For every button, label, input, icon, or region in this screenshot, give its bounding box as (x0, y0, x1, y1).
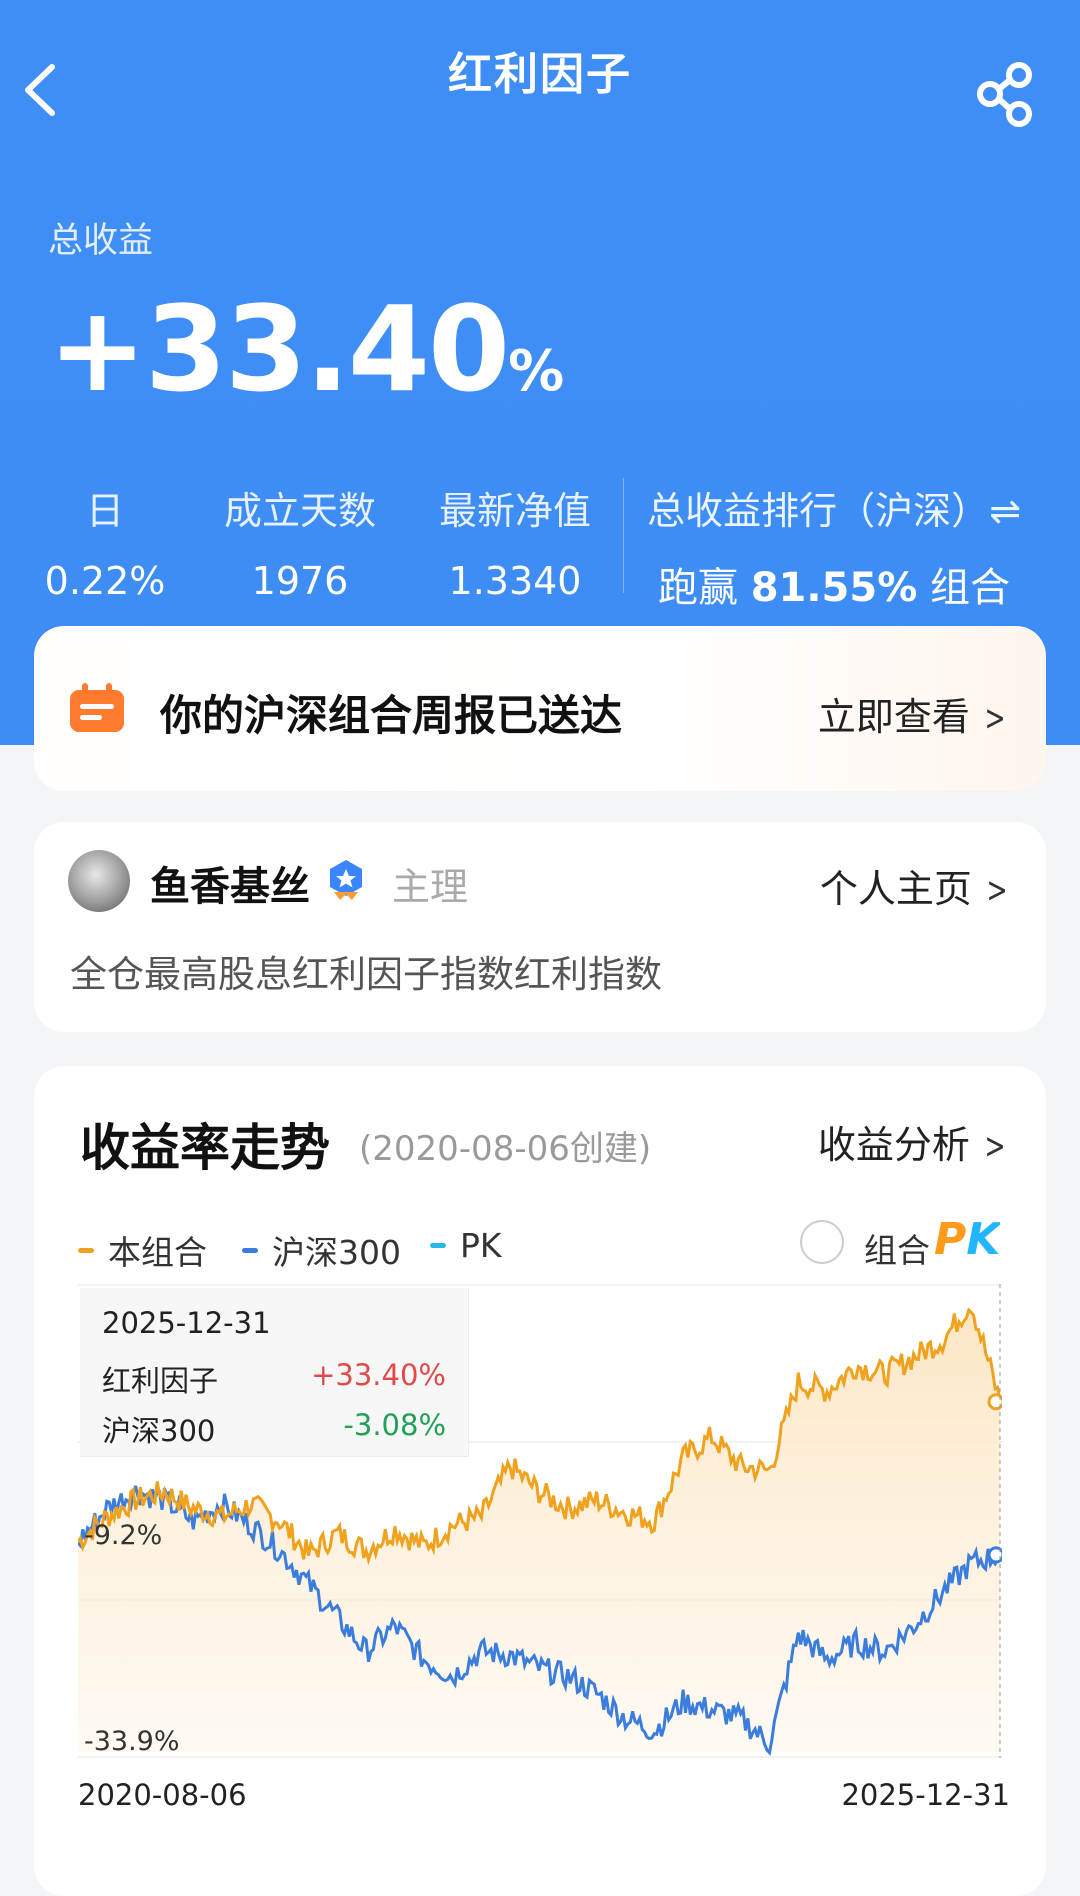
tooltip-row-portfolio-value: +33.40% (311, 1358, 446, 1392)
trend-created-date: (2020-08-06创建) (359, 1129, 652, 1169)
chevron-right-icon: > (984, 1126, 1006, 1167)
rank-suffix: 组合 (930, 565, 1011, 611)
return-trend-card: 收益率走势 (2020-08-06创建) 收益分析 > 本组合 沪深300 PK … (34, 1066, 1046, 1896)
trend-title: 收益率走势 (80, 1119, 330, 1177)
portfolio-description: 全仓最高股息红利因子指数红利指数 (70, 953, 662, 996)
tooltip-row-portfolio-name: 红利因子 (102, 1364, 219, 1398)
chart-tooltip: 2025-12-31 红利因子 +33.40% 沪深300 -3.08% (80, 1288, 469, 1457)
tooltip-row-hs300-name: 沪深300 (102, 1414, 216, 1448)
stat-nav-label: 最新净值 (438, 489, 591, 533)
share-icon[interactable] (975, 58, 1039, 128)
x-axis-end-label: 2025-12-31 (841, 1778, 1010, 1812)
stat-days-label: 成立天数 (223, 489, 376, 533)
rank-value: 跑赢 81.55% 组合 (634, 555, 1034, 613)
tooltip-date: 2025-12-31 (102, 1306, 271, 1340)
legend-hs300-swatch (242, 1247, 258, 1253)
total-return-number: +33.40 (48, 280, 510, 418)
view-now-label: 立即查看 (817, 695, 970, 739)
rank-prefix: 跑赢 (657, 565, 738, 611)
pk-toggle-label: 组合 (864, 1231, 930, 1270)
page-title: 红利因子 (448, 49, 632, 100)
x-axis-start-label: 2020-08-06 (78, 1778, 247, 1812)
y-tick-label: -33.9% (84, 1726, 180, 1757)
stat-daily-value: 0.22% (44, 559, 166, 603)
legend-pk-swatch (430, 1243, 446, 1248)
rank-percent: 81.55% (750, 565, 918, 611)
return-analysis-link[interactable]: 收益分析 > (818, 1114, 1010, 1169)
stat-days: 成立天数 1976 (205, 480, 395, 603)
legend-portfolio[interactable]: 本组合 (78, 1226, 207, 1274)
legend-hs300[interactable]: 沪深300 (242, 1226, 401, 1274)
rank-label: 总收益排行（沪深）⇌ (647, 489, 1021, 533)
tooltip-row-hs300-value: -3.08% (343, 1408, 446, 1442)
weekly-report-banner[interactable]: 你的沪深组合周报已送达 立即查看 > (34, 626, 1046, 791)
stat-daily-label: 日 (85, 489, 124, 533)
rank-toggle[interactable]: 总收益排行（沪深）⇌ 跑赢 81.55% 组合 (634, 480, 1034, 613)
stat-nav: 最新净值 1.3340 (420, 480, 610, 603)
owner-role: 主理 (392, 865, 469, 909)
pk-toggle-radio[interactable] (800, 1220, 844, 1264)
avatar[interactable] (68, 850, 130, 912)
legend-pk[interactable]: PK (430, 1226, 502, 1265)
profile-link[interactable]: 个人主页 > (820, 858, 1012, 913)
verified-badge-icon (330, 860, 362, 900)
weekly-report-text: 你的沪深组合周报已送达 (160, 691, 623, 740)
stat-nav-value: 1.3340 (448, 559, 582, 603)
legend-pk-label: PK (460, 1226, 502, 1265)
stat-days-value: 1976 (251, 559, 349, 603)
chevron-right-icon: > (984, 698, 1006, 739)
view-now-link[interactable]: 立即查看 > (818, 686, 1010, 741)
total-return-unit: % (508, 339, 565, 404)
legend-portfolio-label: 本组合 (108, 1233, 207, 1272)
stat-daily: 日 0.22% (30, 480, 180, 603)
chevron-right-icon: > (986, 870, 1008, 911)
return-analysis-label: 收益分析 (817, 1123, 970, 1167)
total-return-label: 总收益 (48, 221, 154, 261)
owner-name[interactable]: 鱼香基丝 (150, 854, 310, 912)
legend-portfolio-swatch (78, 1247, 94, 1253)
stat-divider (623, 478, 624, 593)
owner-card: 鱼香基丝 主理 个人主页 > 全仓最高股息红利因子指数红利指数 (34, 822, 1046, 1032)
pk-logo: PK (934, 1214, 1001, 1265)
legend-hs300-label: 沪深300 (272, 1233, 401, 1272)
report-icon (70, 683, 124, 732)
profile-link-label: 个人主页 (819, 867, 972, 911)
total-return-value: +33.40% (48, 290, 564, 408)
y-tick-label: -9.2% (84, 1520, 162, 1551)
